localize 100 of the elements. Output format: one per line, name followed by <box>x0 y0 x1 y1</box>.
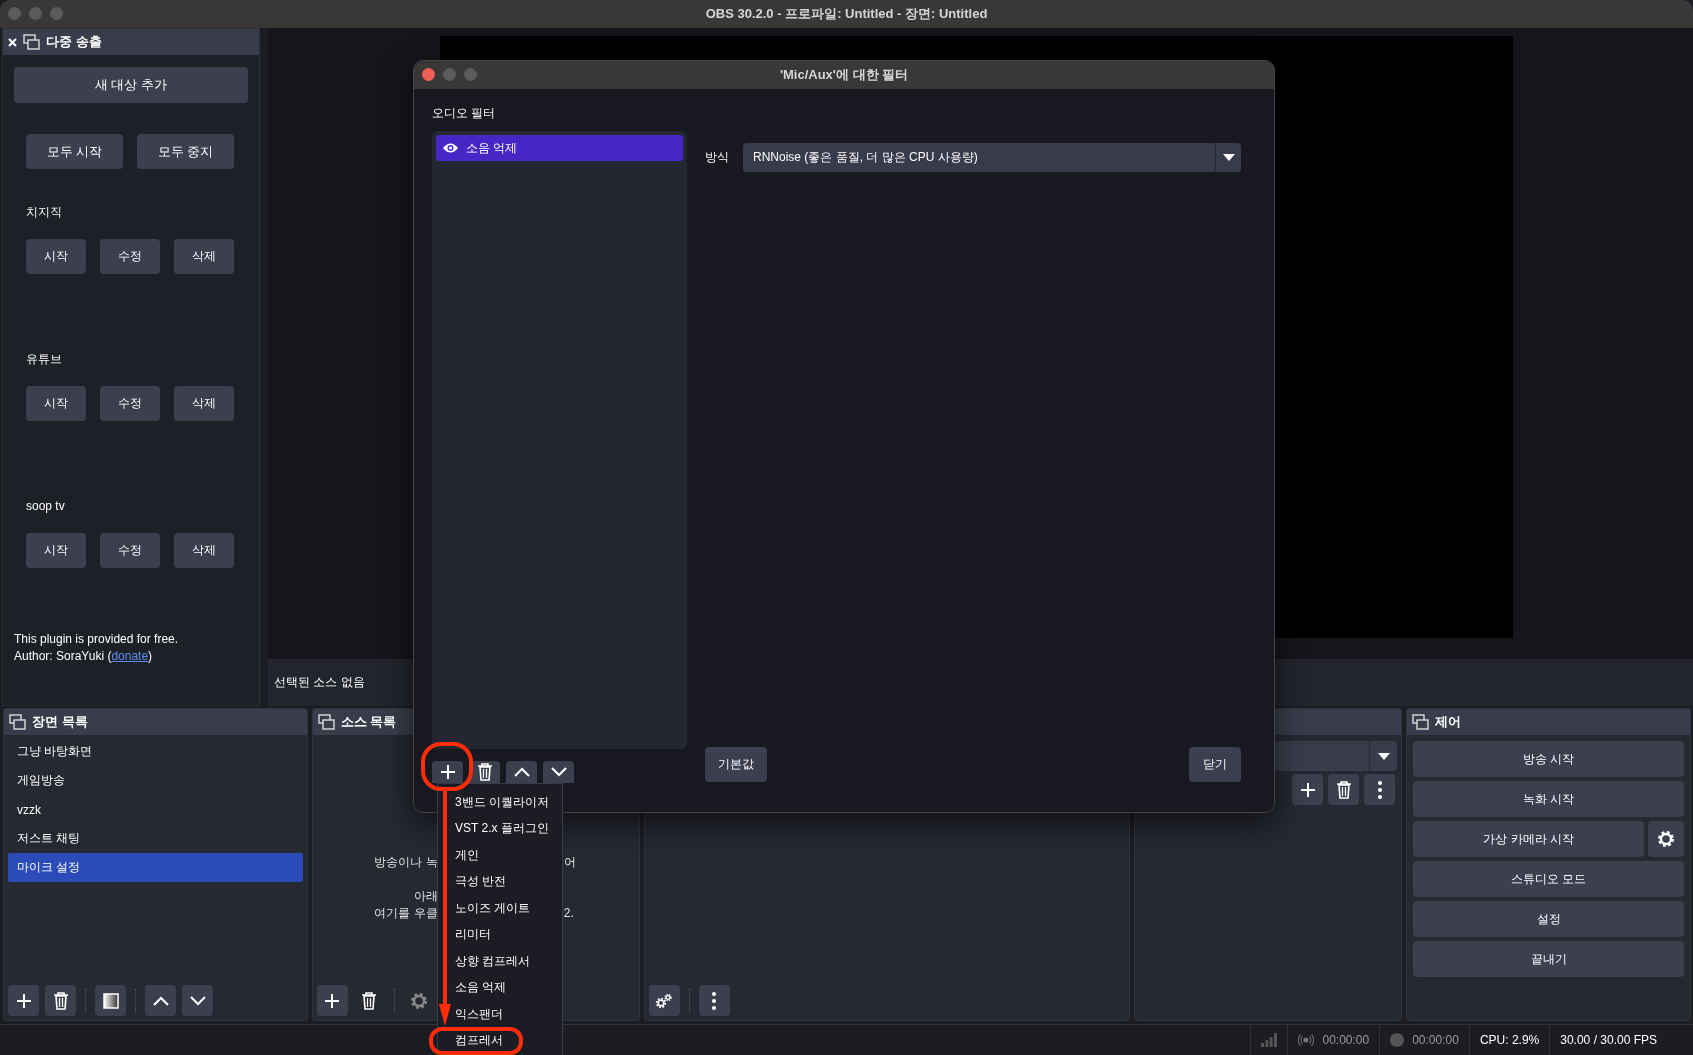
target-name: soop tv <box>25 498 66 514</box>
trash-icon <box>476 763 493 781</box>
add-target-button[interactable]: 새 대상 추가 <box>14 67 248 103</box>
cpu-usage: CPU: 2.9% <box>1479 1033 1540 1047</box>
signal-icon <box>1261 1033 1278 1047</box>
control-button[interactable]: 방송 시작 <box>1413 741 1684 777</box>
record-icon <box>1390 1033 1405 1047</box>
delete-button[interactable] <box>45 985 76 1016</box>
defaults-button[interactable]: 기본값 <box>705 747 767 782</box>
dock-title: 소스 목록 <box>340 713 397 731</box>
control-button[interactable]: 끝내기 <box>1413 941 1684 977</box>
edit-button[interactable]: 수정 <box>100 386 160 421</box>
menu-item[interactable]: 3밴드 이퀄라이저 <box>438 789 562 816</box>
stop-all-button[interactable]: 모두 중지 <box>137 134 234 169</box>
plus-icon <box>439 764 456 780</box>
filters-button[interactable] <box>95 985 126 1016</box>
dock-icon <box>9 714 26 730</box>
target-name: 치지직 <box>25 204 63 220</box>
target-name: 유튜브 <box>25 351 63 367</box>
control-button[interactable]: 가상 카메라 시작 <box>1413 821 1644 857</box>
close-button[interactable]: 닫기 <box>1189 747 1241 782</box>
move-down-button[interactable] <box>543 761 574 783</box>
control-button[interactable]: 설정 <box>1413 901 1684 937</box>
menu-item[interactable]: VST 2.x 플러그인 <box>438 815 562 842</box>
filter-name: 소음 억제 <box>466 139 518 157</box>
start-all-button[interactable]: 모두 시작 <box>26 134 123 169</box>
trash-icon <box>52 991 69 1010</box>
add-button[interactable] <box>316 985 348 1016</box>
more-button[interactable] <box>698 985 730 1016</box>
start-button[interactable]: 시작 <box>26 386 86 421</box>
dialog-title: 'Mic/Aux'에 대한 필터 <box>779 66 909 84</box>
delete-button[interactable]: 삭제 <box>174 533 234 568</box>
dock-title: 제어 <box>1435 713 1462 731</box>
menu-item[interactable]: 익스팬더 <box>438 1001 562 1028</box>
edit-button[interactable]: 수정 <box>100 533 160 568</box>
delete-button[interactable]: 삭제 <box>174 239 234 274</box>
filter-item[interactable]: 소음 억제 <box>436 135 683 161</box>
add-button[interactable] <box>1292 774 1324 805</box>
window-title: OBS 30.2.0 - 프로파일: Untitled - 장면: Untitled <box>705 5 988 23</box>
chevron-up-icon <box>512 766 531 778</box>
hint-text: 방송이나 녹 <box>373 854 438 871</box>
move-down-button[interactable] <box>182 985 213 1016</box>
dock-icon <box>23 34 40 50</box>
control-button[interactable]: 녹화 시작 <box>1413 781 1684 817</box>
stream-time: 00:00:00 <box>1322 1033 1370 1047</box>
chevron-up-icon <box>151 994 170 1007</box>
scene-item[interactable]: 게임방송 <box>8 766 303 795</box>
more-button[interactable] <box>1364 774 1396 805</box>
record-time: 00:00:00 <box>1412 1033 1459 1047</box>
control-button[interactable]: 스튜디오 모드 <box>1413 861 1684 897</box>
menu-item[interactable]: 소음 억제 <box>438 974 562 1001</box>
field-label: 방식 <box>705 149 729 166</box>
scene-item[interactable]: 그냥 바탕화면 <box>8 737 303 766</box>
donate-link[interactable]: donate <box>111 649 149 663</box>
more-icon <box>1377 780 1382 799</box>
scene-item[interactable]: 마이크 설정 <box>8 853 303 882</box>
menu-item[interactable]: 게인 <box>438 842 562 869</box>
gear-icon <box>410 991 429 1010</box>
delete-button[interactable]: 삭제 <box>174 386 234 421</box>
start-button[interactable]: 시작 <box>26 239 86 274</box>
menu-item[interactable]: 컴프레서 <box>438 1027 562 1054</box>
gears-icon <box>655 992 674 1009</box>
move-up-button[interactable] <box>506 761 537 783</box>
add-button[interactable] <box>8 985 39 1016</box>
method-dropdown[interactable]: RNNoise (좋은 품질, 더 많은 CPU 사용량) <box>743 143 1241 172</box>
hint-text: 아래 <box>412 888 438 905</box>
broadcast-icon <box>1298 1033 1315 1047</box>
dock-icon <box>317 714 335 730</box>
eye-icon[interactable] <box>442 142 459 154</box>
window-close-button[interactable] <box>422 68 435 81</box>
plugin-note: This plugin is provided for free. Author: SoraYuki (donate) <box>13 631 180 665</box>
dock-title: 장면 목록 <box>32 713 88 731</box>
chevron-down-icon <box>188 994 207 1007</box>
dock-icon <box>1412 714 1430 730</box>
caret-icon <box>1222 154 1235 161</box>
hint-text: 어 <box>563 855 576 869</box>
trash-icon <box>1335 780 1352 799</box>
audio-settings-button[interactable] <box>648 985 680 1016</box>
hint-text: 여기를 우클 <box>373 905 438 922</box>
filter-icon <box>102 992 119 1009</box>
move-up-button[interactable] <box>145 985 176 1016</box>
menu-item[interactable]: 노이즈 게이트 <box>438 895 562 922</box>
delete-button[interactable] <box>1328 774 1360 805</box>
fps-counter: 30.00 / 30.00 FPS <box>1560 1033 1657 1047</box>
close-button[interactable] <box>8 37 17 47</box>
scene-item[interactable]: 저스트 채팅 <box>8 824 303 853</box>
menu-item[interactable]: 상향 컴프레서 <box>438 948 562 975</box>
status-text: 선택된 소스 없음 <box>274 674 365 691</box>
close-icon <box>8 37 17 47</box>
add-filter-button[interactable] <box>432 761 463 783</box>
menu-item[interactable]: 극성 반전 <box>438 868 562 895</box>
start-button[interactable]: 시작 <box>26 533 86 568</box>
settings-button[interactable] <box>1648 821 1684 857</box>
menu-item[interactable]: 리미터 <box>438 921 562 948</box>
dock-title: 다중 송출 <box>46 33 102 51</box>
edit-button[interactable]: 수정 <box>100 239 160 274</box>
plus-icon <box>324 992 341 1009</box>
trash-icon <box>361 991 378 1010</box>
scene-item[interactable]: vzzk <box>8 795 303 824</box>
plus-icon <box>15 992 32 1009</box>
